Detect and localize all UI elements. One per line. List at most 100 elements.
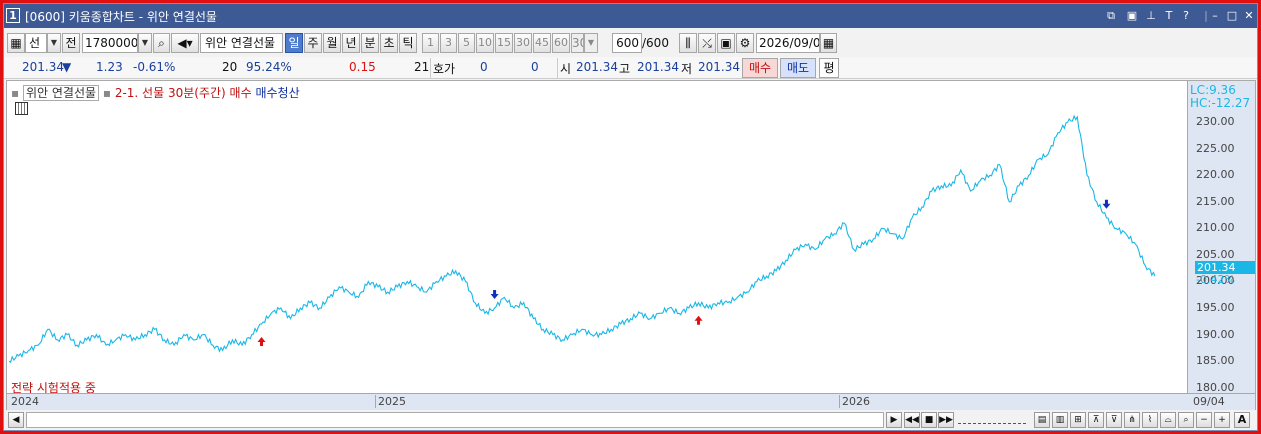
y-tick-label: 185.00 — [1196, 354, 1235, 368]
change-percent: -0.61% — [133, 60, 176, 74]
y-tick-label: 195.00 — [1196, 301, 1235, 315]
minute-button[interactable]: 1 — [422, 33, 439, 53]
sell-signal-arrow-icon — [1102, 199, 1111, 209]
x-tick-label: 2026 — [839, 395, 870, 408]
mode-dropdown-icon[interactable]: ▼ — [47, 33, 61, 53]
scrollbar-track[interactable] — [26, 412, 884, 428]
low-label: 저 — [681, 62, 693, 76]
date-input[interactable]: 2026/09/04 — [756, 33, 820, 53]
minute-button[interactable]: 45 — [533, 33, 551, 53]
title-bar[interactable]: 1 [0600] 키움종합차트 - 위안 연결선물 ⧉ ▣ ⊥ T ? | – … — [4, 4, 1257, 28]
forward-icon[interactable]: ▶▶ — [938, 412, 954, 428]
period-button[interactable]: 초 — [380, 33, 398, 53]
minute-select[interactable]: 30 — [571, 33, 584, 53]
prev-button[interactable]: 전 — [62, 33, 80, 53]
window-number-icon[interactable]: 1 — [6, 8, 20, 23]
text-icon[interactable]: T — [1162, 8, 1176, 23]
x-tick-label: 09/04 — [1193, 395, 1225, 408]
zoom-out-icon[interactable]: − — [1196, 412, 1212, 428]
minute-button[interactable]: 60 — [552, 33, 570, 53]
period-button[interactable]: 주 — [304, 33, 322, 53]
link-icon[interactable]: ⧉ — [1104, 8, 1118, 23]
zoom-icon[interactable]: ⌕ — [1178, 412, 1194, 428]
hc-label: HC:-12.27 — [1190, 96, 1251, 110]
scroll-left-icon[interactable]: ◀ — [8, 412, 24, 428]
tool-icon[interactable]: ▥ — [1052, 412, 1068, 428]
ask-value: 0 — [531, 60, 539, 74]
tool-icon[interactable]: ⋔ — [1124, 412, 1140, 428]
close-icon[interactable]: ✕ — [1242, 8, 1256, 23]
minute-button[interactable]: 15 — [495, 33, 513, 53]
high-price: 201.34 — [637, 60, 679, 74]
high-label: 고 — [619, 62, 631, 76]
y-tick-label: 225.00 — [1196, 141, 1235, 155]
x-axis[interactable]: 2024 2025 2026 09/04 — [7, 393, 1255, 410]
tool-icon[interactable]: ⊽ — [1106, 412, 1122, 428]
minute-button[interactable]: 30 — [514, 33, 532, 53]
bottom-nav: ◀ ▶ ◀◀ ■ ▶▶ ▤ ▥ ⊞ ⊼ ⊽ ⋔ ⌇ ⌓ ⌕ − + A — [6, 410, 1256, 430]
y-axis[interactable]: LC:9.36 HC:-12.27 230.00 225.00 220.00 215.… — [1187, 81, 1255, 394]
period-button[interactable]: 일 — [285, 33, 303, 53]
pin-icon[interactable]: ⊥ — [1144, 8, 1158, 23]
zoom-slider[interactable] — [958, 416, 1026, 424]
tool-icon[interactable]: ▤ — [1034, 412, 1050, 428]
minute-button[interactable]: 3 — [440, 33, 457, 53]
tool-icon[interactable]: ⊞ — [1070, 412, 1086, 428]
tool-icon[interactable]: ⌓ — [1160, 412, 1176, 428]
even-button[interactable]: 평 — [819, 58, 839, 78]
count-total: /600 — [642, 36, 669, 50]
x-tick-label: 2024 — [11, 395, 39, 408]
calendar-icon[interactable]: ▦ — [820, 33, 837, 53]
account-dropdown-icon[interactable]: ▼ — [138, 33, 152, 53]
price-change: 1.23 — [96, 60, 123, 74]
period-button[interactable]: 월 — [323, 33, 341, 53]
hoga-label: 호가 — [433, 62, 456, 76]
count-input[interactable]: 600 — [612, 33, 642, 53]
maximize-icon[interactable]: □ — [1225, 8, 1239, 23]
minute-button[interactable]: 10 — [476, 33, 494, 53]
draw-line-icon[interactable]: ⤯ — [698, 33, 716, 53]
tool-icon[interactable]: ⊼ — [1088, 412, 1104, 428]
auto-scale-button[interactable]: A — [1234, 412, 1250, 428]
current-price: 201.34 — [22, 60, 64, 74]
lc-label: LC:9.36 — [1190, 83, 1236, 97]
y-tick-label: 205.00 — [1196, 247, 1235, 261]
sound-icon[interactable]: ◀▾ — [171, 33, 199, 53]
tool-icon[interactable]: ⌇ — [1142, 412, 1158, 428]
search-icon[interactable]: ⌕ — [153, 33, 170, 53]
period-button[interactable]: 년 — [342, 33, 360, 53]
chart-type-icon[interactable]: ▦ — [7, 33, 25, 53]
rewind-icon[interactable]: ◀◀ — [904, 412, 920, 428]
help-icon[interactable]: ? — [1179, 8, 1193, 23]
minute-select-dropdown-icon[interactable]: ▼ — [584, 33, 598, 53]
restore-layout-icon[interactable]: ▣ — [1125, 8, 1139, 23]
symbol-name[interactable]: 위안 연결선물 — [200, 33, 283, 53]
y-tick-label: 215.00 — [1196, 194, 1235, 208]
minimize-icon[interactable]: – — [1208, 8, 1222, 23]
y-tick-label: 230.00 — [1196, 115, 1235, 129]
candles-icon[interactable]: ⫼ — [679, 33, 697, 53]
divider — [430, 58, 431, 78]
y-tick-label: 180.00 — [1196, 380, 1235, 394]
price-chart[interactable]: ▪ 위안 연결선물 ▪ 2-1. 선물 30분(주간) 매수 매수청산 전략 시… — [6, 80, 1256, 410]
account-input[interactable]: 17800000 — [82, 33, 138, 53]
bid-value: 0 — [480, 60, 488, 74]
settings-gear-icon[interactable]: ⚙ — [736, 33, 754, 53]
buy-signal-arrow-icon — [694, 315, 703, 325]
zoom-in-icon[interactable]: + — [1214, 412, 1230, 428]
quote-bar: 201.34 ▼ 1.23 -0.61% 20 95.24% 0.15 21 호… — [4, 57, 1257, 79]
mode-select[interactable]: 선 — [25, 33, 47, 53]
sell-signal-arrow-icon — [490, 290, 499, 300]
period-button[interactable]: 분 — [361, 33, 379, 53]
y-tick-label: 190.00 — [1196, 327, 1235, 341]
sell-button[interactable]: 매도 — [780, 58, 816, 78]
save-icon[interactable]: ▣ — [717, 33, 735, 53]
period-button[interactable]: 틱 — [399, 33, 417, 53]
play-icon[interactable]: ▶ — [886, 412, 902, 428]
buy-button[interactable]: 매수 — [742, 58, 778, 78]
stop-icon[interactable]: ■ — [921, 412, 937, 428]
last-pct-tag: -0.42% — [1196, 273, 1235, 286]
minute-button[interactable]: 5 — [458, 33, 475, 53]
chart-toolbar: ▦ 선 ▼ 전 17800000 ▼ ⌕ ◀▾ 위안 연결선물 일주월년분초틱 … — [4, 31, 1257, 55]
down-arrow-icon: ▼ — [62, 60, 72, 74]
